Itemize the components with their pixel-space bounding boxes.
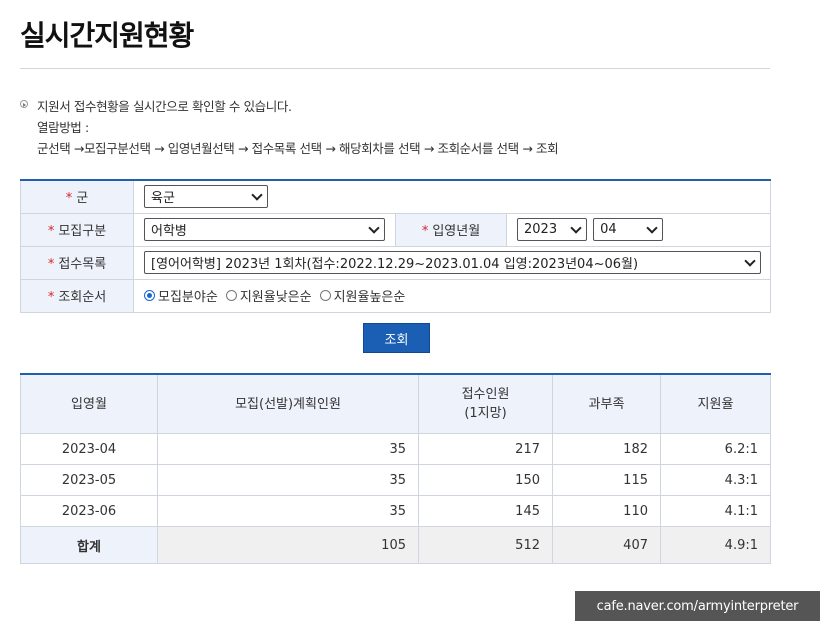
category-label-text: 모집구분	[58, 224, 107, 239]
table-total-row: 합계 105 512 407 4.9:1	[20, 526, 771, 564]
enlist-year-select[interactable]: 2023	[517, 218, 587, 241]
enlist-month-label-text: 입영년월	[432, 224, 481, 239]
sort-radio-low-ratio[interactable]: 지원율낮은순	[225, 286, 312, 305]
col-header-ratio: 지원율	[660, 373, 771, 434]
cell-ratio: 6.2:1	[660, 433, 771, 465]
category-label: * 모집구분	[20, 212, 134, 247]
branch-select-value: 육군	[151, 191, 175, 207]
sort-order-label-text: 조회순서	[58, 290, 107, 305]
cell-planned: 35	[157, 464, 419, 496]
form-row-application-list: * 접수목록 [영어어학병] 2023년 1회차(접수:2022.12.29~20…	[20, 245, 772, 280]
category-select[interactable]: 어학병	[144, 218, 385, 241]
sort-radio-high-ratio[interactable]: 지원율높은순	[319, 286, 406, 305]
sort-order-label: * 조회순서	[20, 278, 134, 313]
col-header-applied: 접수인원 (1지망)	[418, 373, 553, 434]
table-row: 2023-05 35 150 115 4.3:1	[20, 464, 771, 496]
info-line-method-steps: 군선택 →모집구분선택 → 입영년월선택 → 접수목록 선택 → 해당회차를 선…	[37, 141, 559, 156]
enlist-month-label: * 입영년월	[395, 212, 507, 247]
application-list-select[interactable]: [영어어학병] 2023년 1회차(접수:2022.12.29~2023.01.…	[144, 251, 761, 274]
cell-applied: 150	[418, 464, 553, 496]
form-row-sort-order: * 조회순서 모집분야순 지원율낮은순 지원율높은순	[20, 278, 772, 313]
required-mark: *	[47, 290, 55, 305]
table-row: 2023-04 35 217 182 6.2:1	[20, 433, 771, 465]
col-header-applied-line2: (1지망)	[464, 406, 507, 421]
cell-total-ratio: 4.9:1	[660, 526, 771, 564]
sort-radio-by-field[interactable]: 모집분야순	[144, 286, 218, 305]
table-row: 2023-06 35 145 110 4.1:1	[20, 495, 771, 527]
radio-selected-icon[interactable]	[144, 290, 155, 301]
title-divider	[20, 68, 770, 69]
cell-applied: 217	[418, 433, 553, 465]
required-mark: *	[47, 224, 55, 239]
cell-month: 2023-05	[20, 464, 158, 496]
required-mark: *	[421, 224, 429, 239]
sort-option-label: 지원율높은순	[333, 290, 406, 305]
chevron-down-icon	[251, 189, 263, 201]
branch-select[interactable]: 육군	[144, 185, 268, 209]
sort-option-label: 지원율낮은순	[239, 290, 312, 305]
sort-order-radio-group: 모집분야순 지원율낮은순 지원율높은순	[144, 286, 760, 305]
col-header-planned: 모집(선발)계획인원	[157, 373, 419, 434]
form-row-category: * 모집구분 어학병 * 입영년월 2023 04	[20, 212, 772, 247]
branch-label: * 군	[20, 179, 134, 214]
radio-unselected-icon[interactable]	[225, 290, 237, 301]
cell-surplus: 182	[552, 433, 661, 465]
col-header-enlist-month: 입영월	[20, 373, 158, 434]
result-table: 입영월 모집(선발)계획인원 접수인원 (1지망) 과부족 지원율 2023-0…	[20, 373, 771, 564]
form-row-branch: * 군 육군	[20, 179, 772, 214]
cell-month: 2023-04	[20, 433, 158, 465]
cell-surplus: 115	[552, 464, 661, 496]
sort-option-label: 모집분야순	[158, 290, 218, 305]
cell-planned: 35	[157, 433, 419, 465]
branch-label-text: 군	[76, 191, 89, 207]
cell-total-applied: 512	[418, 526, 553, 564]
enlist-month-value: 04	[600, 222, 617, 237]
cell-month: 2023-06	[20, 495, 158, 527]
chevron-down-icon	[744, 254, 756, 267]
cell-ratio: 4.1:1	[660, 495, 771, 527]
cell-ratio: 4.3:1	[660, 464, 771, 496]
bullet-icon	[20, 100, 28, 108]
cell-applied: 145	[418, 495, 553, 527]
enlist-year-value: 2023	[524, 222, 558, 237]
chevron-down-icon	[570, 221, 582, 234]
cell-surplus: 110	[552, 495, 661, 527]
required-mark: *	[47, 257, 55, 272]
required-mark: *	[65, 191, 73, 207]
chevron-down-icon	[368, 221, 380, 234]
col-header-surplus: 과부족	[552, 373, 661, 434]
enlist-month-select[interactable]: 04	[593, 218, 664, 241]
cell-total-surplus: 407	[552, 526, 661, 564]
search-form: * 군 육군 * 모집구분 어학병 * 입영년월 2023 04 * 접수목록 …	[20, 179, 772, 313]
application-list-label: * 접수목록	[20, 245, 134, 280]
info-line-method-label: 열람방법 :	[37, 120, 89, 135]
category-select-value: 어학병	[151, 224, 187, 239]
result-header-row: 입영월 모집(선발)계획인원 접수인원 (1지망) 과부족 지원율	[20, 373, 771, 434]
watermark-label: cafe.naver.com/armyinterpreter	[575, 591, 820, 621]
application-list-value: [영어어학병] 2023년 1회차(접수:2022.12.29~2023.01.…	[151, 257, 639, 272]
radio-unselected-icon[interactable]	[319, 290, 331, 301]
application-list-label-text: 접수목록	[58, 257, 107, 272]
search-button[interactable]: 조회	[363, 323, 430, 353]
col-header-applied-line1: 접수인원	[461, 387, 510, 402]
cell-total-planned: 105	[157, 526, 419, 564]
chevron-down-icon	[646, 221, 658, 234]
cell-planned: 35	[157, 495, 419, 527]
info-line-description: 지원서 접수현황을 실시간으로 확인할 수 있습니다.	[37, 99, 292, 114]
page-title: 실시간지원현황	[20, 19, 194, 52]
cell-total-label: 합계	[20, 526, 158, 564]
